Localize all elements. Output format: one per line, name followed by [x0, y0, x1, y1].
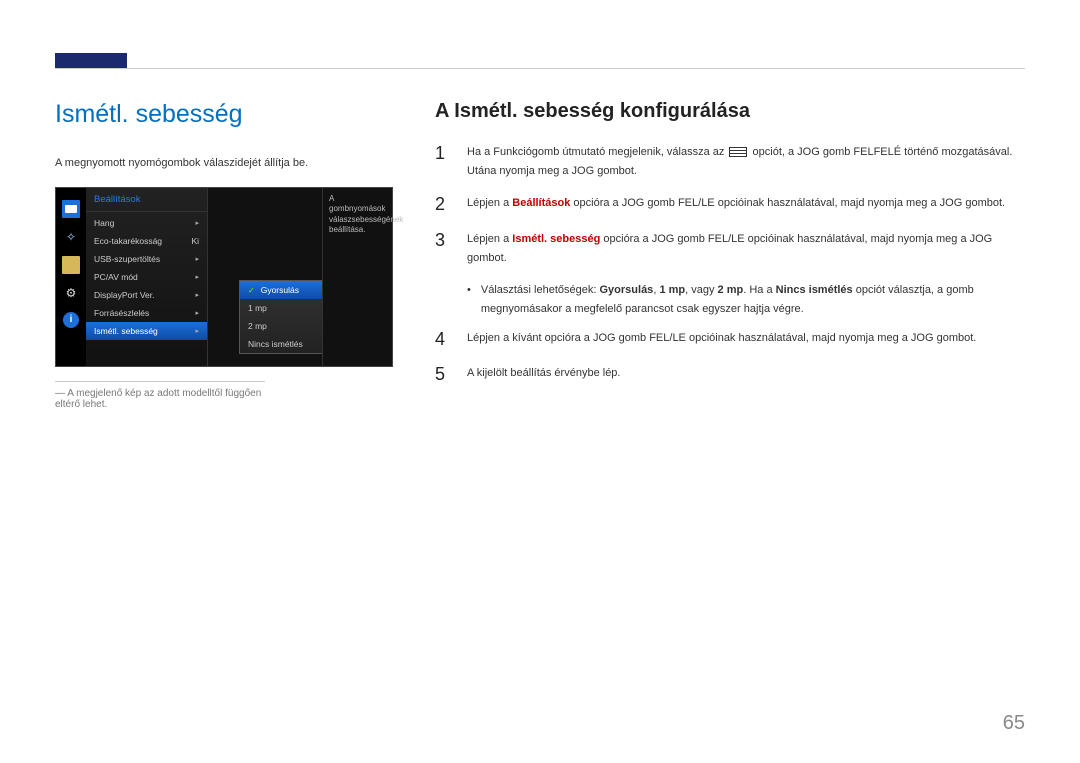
step-4: 4 Lépjen a kívánt opcióra a JOG gomb FEL…: [435, 329, 1025, 351]
step-2: 2 Lépjen a Beállítások opcióra a JOG gom…: [435, 194, 1025, 216]
step-1: 1 Ha a Funkciógomb útmutató megjelenik, …: [435, 143, 1025, 180]
step-3: 3 Lépjen a Ismétl. sebesség opcióra a JO…: [435, 230, 1025, 267]
osd-sidebar: ✧ ⚙ i: [56, 188, 86, 366]
osd-menu-header: Beállítások: [94, 194, 140, 205]
header-accent: [55, 53, 127, 68]
step-5: 5 A kijelölt beállítás érvénybe lép.: [435, 364, 1025, 386]
osd-screenshot: ✧ ⚙ i Beállítások Hang▸ Eco-takarékosság…: [55, 187, 393, 367]
picture-icon: [62, 200, 80, 218]
page-subtitle: A megnyomott nyomógombok válaszidejét ál…: [55, 157, 395, 169]
section-title: A Ismétl. sebesség konfigurálása: [435, 100, 1025, 123]
header-rule: [55, 68, 1025, 69]
gear-icon: ⚙: [62, 284, 80, 302]
brightness-icon: ✧: [62, 228, 80, 246]
osd-description: A gombnyomások válaszsebességének beállí…: [322, 188, 392, 366]
step-bullet: Választási lehetőségek: Gyorsulás, 1 mp,…: [467, 281, 1025, 318]
image-caption: A megjelenő kép az adott modelltől függő…: [55, 381, 265, 410]
osd-menu: Beállítások Hang▸ Eco-takarékosságKi USB…: [86, 188, 208, 366]
page-number: 65: [1003, 712, 1025, 735]
page-title: Ismétl. sebesség: [55, 100, 395, 129]
menu-icon: [729, 147, 747, 157]
info-icon: i: [63, 312, 79, 328]
document-icon: [62, 256, 80, 274]
